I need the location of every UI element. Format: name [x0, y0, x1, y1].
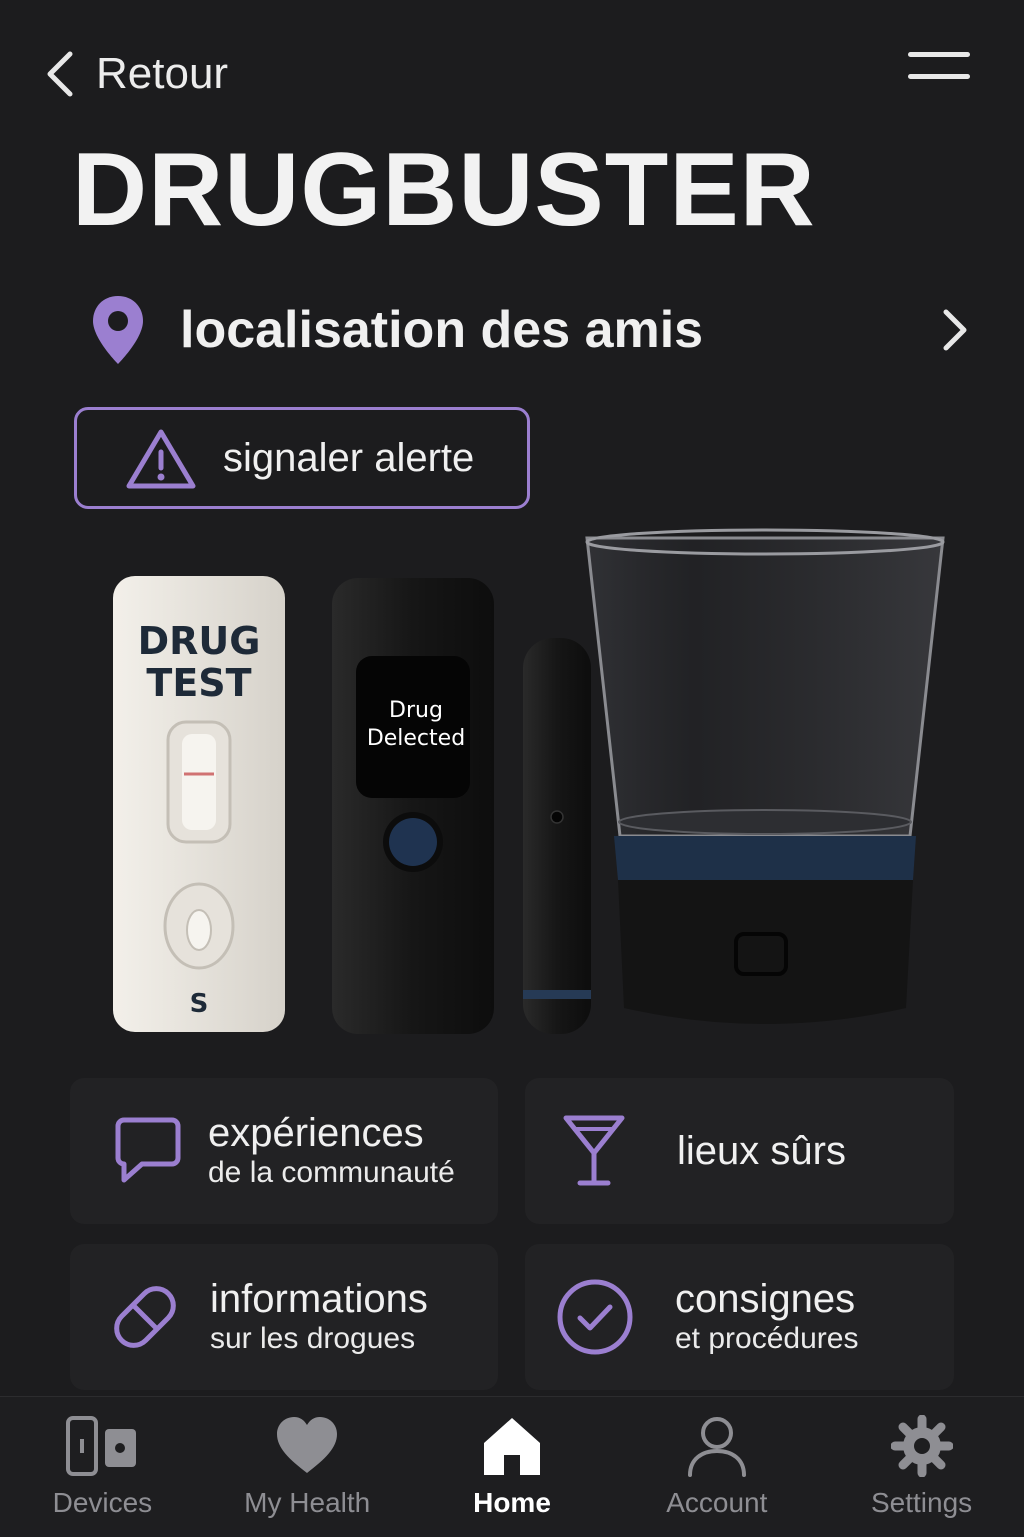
detection-pen — [523, 638, 591, 1034]
tab-home[interactable]: Home — [410, 1397, 615, 1537]
chevron-right-icon — [943, 309, 967, 351]
tab-account[interactable]: Account — [614, 1397, 819, 1537]
tab-account-label: Account — [666, 1487, 768, 1518]
location-pin-icon — [93, 296, 143, 364]
back-button[interactable]: Retour — [44, 44, 228, 104]
community-experiences-tile[interactable]: expériences de la communauté — [70, 1078, 498, 1224]
test-card-line2: TEST — [146, 661, 251, 705]
drug-information-line2: sur les drogues — [210, 1322, 416, 1355]
heart-icon — [277, 1417, 338, 1473]
tab-devices-label: Devices — [52, 1487, 153, 1518]
community-experiences-line2: de la communauté — [208, 1156, 455, 1189]
drug-information-line1: informations — [210, 1277, 428, 1321]
chevron-left-icon — [47, 51, 73, 97]
bottom-tab-bar: Devices My Health Home Account Settings — [0, 1396, 1024, 1537]
drug-test-card: DRUG TEST S — [113, 576, 285, 1032]
check-circle-icon — [557, 1279, 633, 1355]
drug-information-tile[interactable]: informations sur les drogues — [70, 1244, 498, 1390]
tab-my-health-label: My Health — [244, 1487, 371, 1518]
friends-location-label: localisation des amis — [180, 301, 704, 359]
device-screen-line2: Delected — [367, 726, 465, 751]
drug-detector-device: Drug Delected — [332, 578, 494, 1034]
devices-icon — [66, 1416, 137, 1476]
back-label: Retour — [96, 49, 229, 98]
pill-icon — [114, 1286, 176, 1348]
report-alert-button[interactable]: signaler alerte — [74, 407, 530, 509]
friends-location-row[interactable]: localisation des amis — [90, 290, 970, 370]
smart-glass — [585, 528, 945, 1024]
guidelines-line2: et procédures — [675, 1322, 859, 1355]
guidelines-line1: consignes — [675, 1277, 856, 1321]
warning-icon — [126, 429, 196, 489]
test-card-s: S — [190, 989, 209, 1019]
drug-detection-products-image: DRUG TEST S Drug Delected — [113, 528, 945, 1034]
user-icon — [687, 1417, 746, 1477]
home-icon — [483, 1418, 540, 1475]
app-title: DRUGBUSTER — [72, 132, 816, 248]
gear-icon — [890, 1415, 953, 1477]
tab-settings-label: Settings — [871, 1487, 973, 1518]
device-screen-line1: Drug — [389, 698, 443, 723]
tab-devices[interactable]: Devices — [0, 1397, 205, 1537]
chat-bubble-icon — [115, 1117, 181, 1183]
tab-home-label: Home — [473, 1487, 551, 1518]
tab-settings[interactable]: Settings — [819, 1397, 1024, 1537]
menu-icon[interactable] — [908, 48, 972, 88]
safe-places-label: lieux sûrs — [677, 1129, 846, 1173]
tab-my-health[interactable]: My Health — [205, 1397, 410, 1537]
report-alert-label: signaler alerte — [223, 435, 475, 480]
community-experiences-line1: expériences — [208, 1111, 424, 1155]
guidelines-procedures-tile[interactable]: consignes et procédures — [525, 1244, 954, 1390]
wine-glass-icon — [563, 1115, 625, 1186]
safe-places-tile[interactable]: lieux sûrs — [525, 1078, 954, 1224]
test-card-line1: DRUG — [138, 619, 261, 663]
